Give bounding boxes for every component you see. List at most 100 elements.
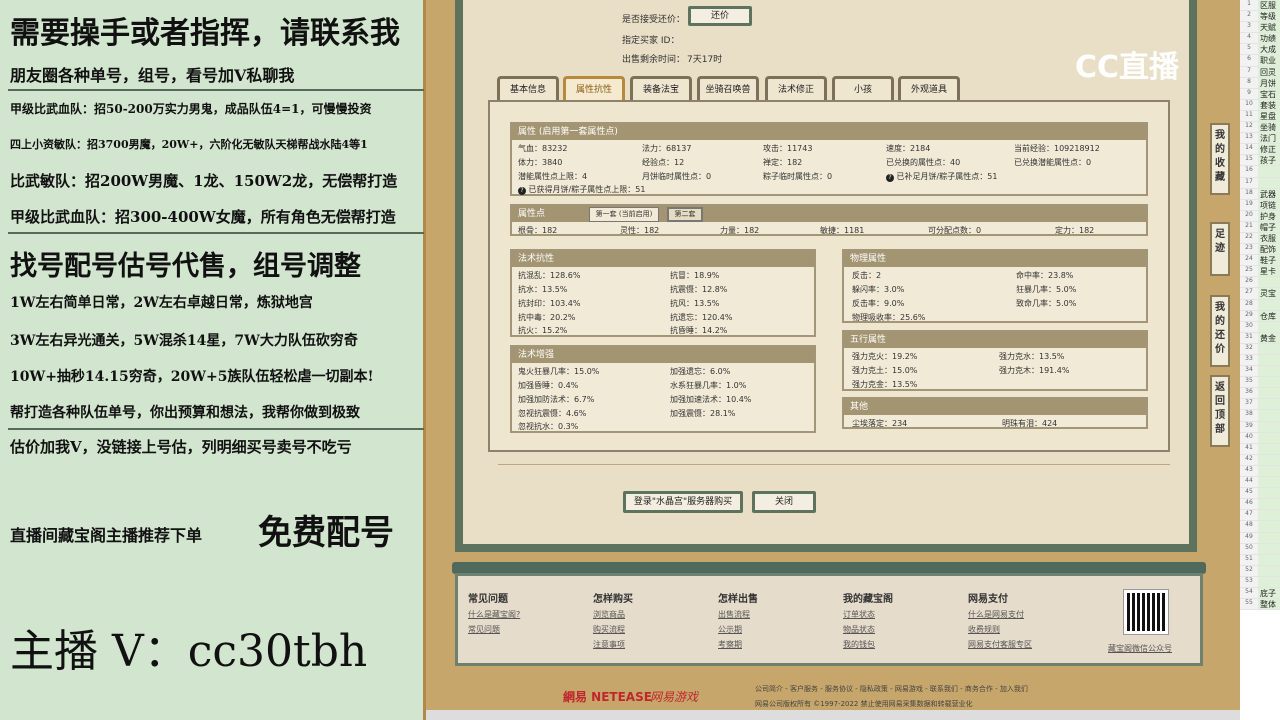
sheet-cell[interactable] — [1258, 377, 1280, 387]
sheet-cell[interactable]: 黄金 — [1258, 333, 1280, 343]
sheet-row[interactable]: 2等级 — [1240, 11, 1280, 22]
sheet-cell[interactable]: 套装 — [1258, 100, 1280, 110]
sheet-cell[interactable]: 配饰 — [1258, 244, 1280, 254]
sheet-cell[interactable] — [1258, 388, 1280, 398]
sheet-row[interactable]: 6职业 — [1240, 55, 1280, 66]
footer-link[interactable]: 浏览商品 — [593, 609, 625, 620]
sheet-row[interactable]: 25星卡 — [1240, 266, 1280, 277]
sheet-cell[interactable]: 衣服 — [1258, 233, 1280, 243]
sheet-row[interactable]: 9宝石 — [1240, 89, 1280, 100]
sheet-row[interactable]: 32 — [1240, 344, 1280, 355]
sheet-cell[interactable]: 宝石 — [1258, 89, 1280, 99]
sheet-row[interactable]: 45 — [1240, 488, 1280, 499]
sheet-cell[interactable]: 等级 — [1258, 11, 1280, 21]
sheet-row[interactable]: 14修正 — [1240, 144, 1280, 155]
sheet-cell[interactable] — [1258, 566, 1280, 576]
sheet-row[interactable]: 46 — [1240, 499, 1280, 510]
sheet-row[interactable]: 13法门 — [1240, 133, 1280, 144]
sheet-cell[interactable]: 功绩 — [1258, 33, 1280, 43]
sheet-cell[interactable]: 护身 — [1258, 211, 1280, 221]
sheet-cell[interactable]: 区服 — [1258, 0, 1280, 10]
sheet-cell[interactable]: 孩子 — [1258, 155, 1280, 165]
sheet-cell[interactable]: 天赋 — [1258, 22, 1280, 32]
footer-link[interactable]: 考察期 — [718, 639, 742, 650]
sheet-cell[interactable] — [1258, 355, 1280, 365]
sheet-cell[interactable] — [1258, 366, 1280, 376]
sheet-row[interactable]: 47 — [1240, 510, 1280, 521]
sheet-row[interactable]: 55整体 — [1240, 599, 1280, 610]
sheet-row[interactable]: 27灵宝 — [1240, 288, 1280, 299]
help-icon[interactable]: ? — [518, 187, 526, 195]
sheet-row[interactable]: 8月饼 — [1240, 78, 1280, 89]
my-offers-button[interactable]: 我的还价 — [1210, 295, 1230, 367]
footer-link[interactable]: 订单状态 — [843, 609, 875, 620]
login-buy-button[interactable]: 登录"水晶宫"服务器购买 — [623, 491, 743, 513]
sheet-row[interactable]: 44 — [1240, 477, 1280, 488]
sheet-row[interactable]: 43 — [1240, 466, 1280, 477]
history-button[interactable]: 足迹 — [1210, 222, 1230, 276]
sheet-cell[interactable] — [1258, 433, 1280, 443]
footer-link[interactable]: 注意事项 — [593, 639, 625, 650]
sheet-cell[interactable] — [1258, 555, 1280, 565]
back-to-top-button[interactable]: 返回顶部 — [1210, 375, 1230, 447]
sheet-cell[interactable] — [1258, 300, 1280, 310]
footer-link[interactable]: 物品状态 — [843, 624, 875, 635]
sheet-row[interactable]: 20护身 — [1240, 211, 1280, 222]
sheet-row[interactable]: 42 — [1240, 455, 1280, 466]
sheet-row[interactable]: 48 — [1240, 521, 1280, 532]
tab-children[interactable]: 小孩 — [832, 76, 894, 101]
tab-basic-info[interactable]: 基本信息 — [497, 76, 559, 101]
horizontal-scrollbar[interactable] — [426, 710, 1240, 720]
counter-offer-button[interactable]: 还价 — [688, 6, 752, 26]
sheet-cell[interactable]: 星盘 — [1258, 111, 1280, 121]
sheet-cell[interactable]: 仓库 — [1258, 311, 1280, 321]
sheet-row[interactable]: 19项链 — [1240, 200, 1280, 211]
help-icon[interactable]: ? — [886, 174, 894, 182]
sheet-cell[interactable] — [1258, 422, 1280, 432]
sheet-cell[interactable]: 整体 — [1258, 599, 1280, 609]
footer-link[interactable]: 购买流程 — [593, 624, 625, 635]
sheet-row[interactable]: 50 — [1240, 544, 1280, 555]
sheet-row[interactable]: 18武器 — [1240, 189, 1280, 200]
sheet-row[interactable]: 39 — [1240, 422, 1280, 433]
my-favorites-button[interactable]: 我的收藏 — [1210, 123, 1230, 195]
sheet-row[interactable]: 15孩子 — [1240, 155, 1280, 166]
tab-spell-correction[interactable]: 法术修正 — [765, 76, 827, 101]
sheet-row[interactable]: 38 — [1240, 410, 1280, 421]
footer-link[interactable]: 我的钱包 — [843, 639, 875, 650]
sheet-cell[interactable] — [1258, 444, 1280, 454]
sheet-row[interactable]: 40 — [1240, 433, 1280, 444]
sheet-row[interactable]: 21帽子 — [1240, 222, 1280, 233]
sheet-cell[interactable]: 武器 — [1258, 189, 1280, 199]
sheet-row[interactable]: 16 — [1240, 166, 1280, 177]
sheet-cell[interactable]: 大成 — [1258, 44, 1280, 54]
sheet-row[interactable]: 17 — [1240, 178, 1280, 189]
footer-link[interactable]: 网易支付客服专区 — [968, 639, 1032, 650]
sheet-row[interactable]: 37 — [1240, 399, 1280, 410]
sheet-cell[interactable]: 星卡 — [1258, 266, 1280, 276]
sheet-cell[interactable] — [1258, 521, 1280, 531]
sheet-row[interactable]: 23配饰 — [1240, 244, 1280, 255]
sheet-row[interactable]: 1区服 — [1240, 0, 1280, 11]
sheet-row[interactable]: 11星盘 — [1240, 111, 1280, 122]
point-set-tab-1[interactable]: 第一套 (当前启用) — [589, 207, 659, 222]
sheet-cell[interactable]: 帽子 — [1258, 222, 1280, 232]
sheet-row[interactable]: 34 — [1240, 366, 1280, 377]
sheet-row[interactable]: 28 — [1240, 300, 1280, 311]
tab-mounts-pets[interactable]: 坐骑召唤兽 — [697, 76, 759, 101]
sheet-row[interactable]: 35 — [1240, 377, 1280, 388]
tab-appearance[interactable]: 外观道具 — [898, 76, 960, 101]
sheet-row[interactable]: 29仓库 — [1240, 311, 1280, 322]
sheet-row[interactable]: 51 — [1240, 555, 1280, 566]
sheet-row[interactable]: 12坐骑 — [1240, 122, 1280, 133]
sheet-row[interactable]: 53 — [1240, 577, 1280, 588]
sheet-cell[interactable] — [1258, 322, 1280, 332]
close-button[interactable]: 关闭 — [752, 491, 816, 513]
sheet-row[interactable]: 31黄金 — [1240, 333, 1280, 344]
sheet-cell[interactable] — [1258, 277, 1280, 287]
sheet-row[interactable]: 3天赋 — [1240, 22, 1280, 33]
sheet-cell[interactable] — [1258, 455, 1280, 465]
sheet-cell[interactable] — [1258, 178, 1280, 188]
sheet-cell[interactable] — [1258, 488, 1280, 498]
sheet-cell[interactable]: 项链 — [1258, 200, 1280, 210]
